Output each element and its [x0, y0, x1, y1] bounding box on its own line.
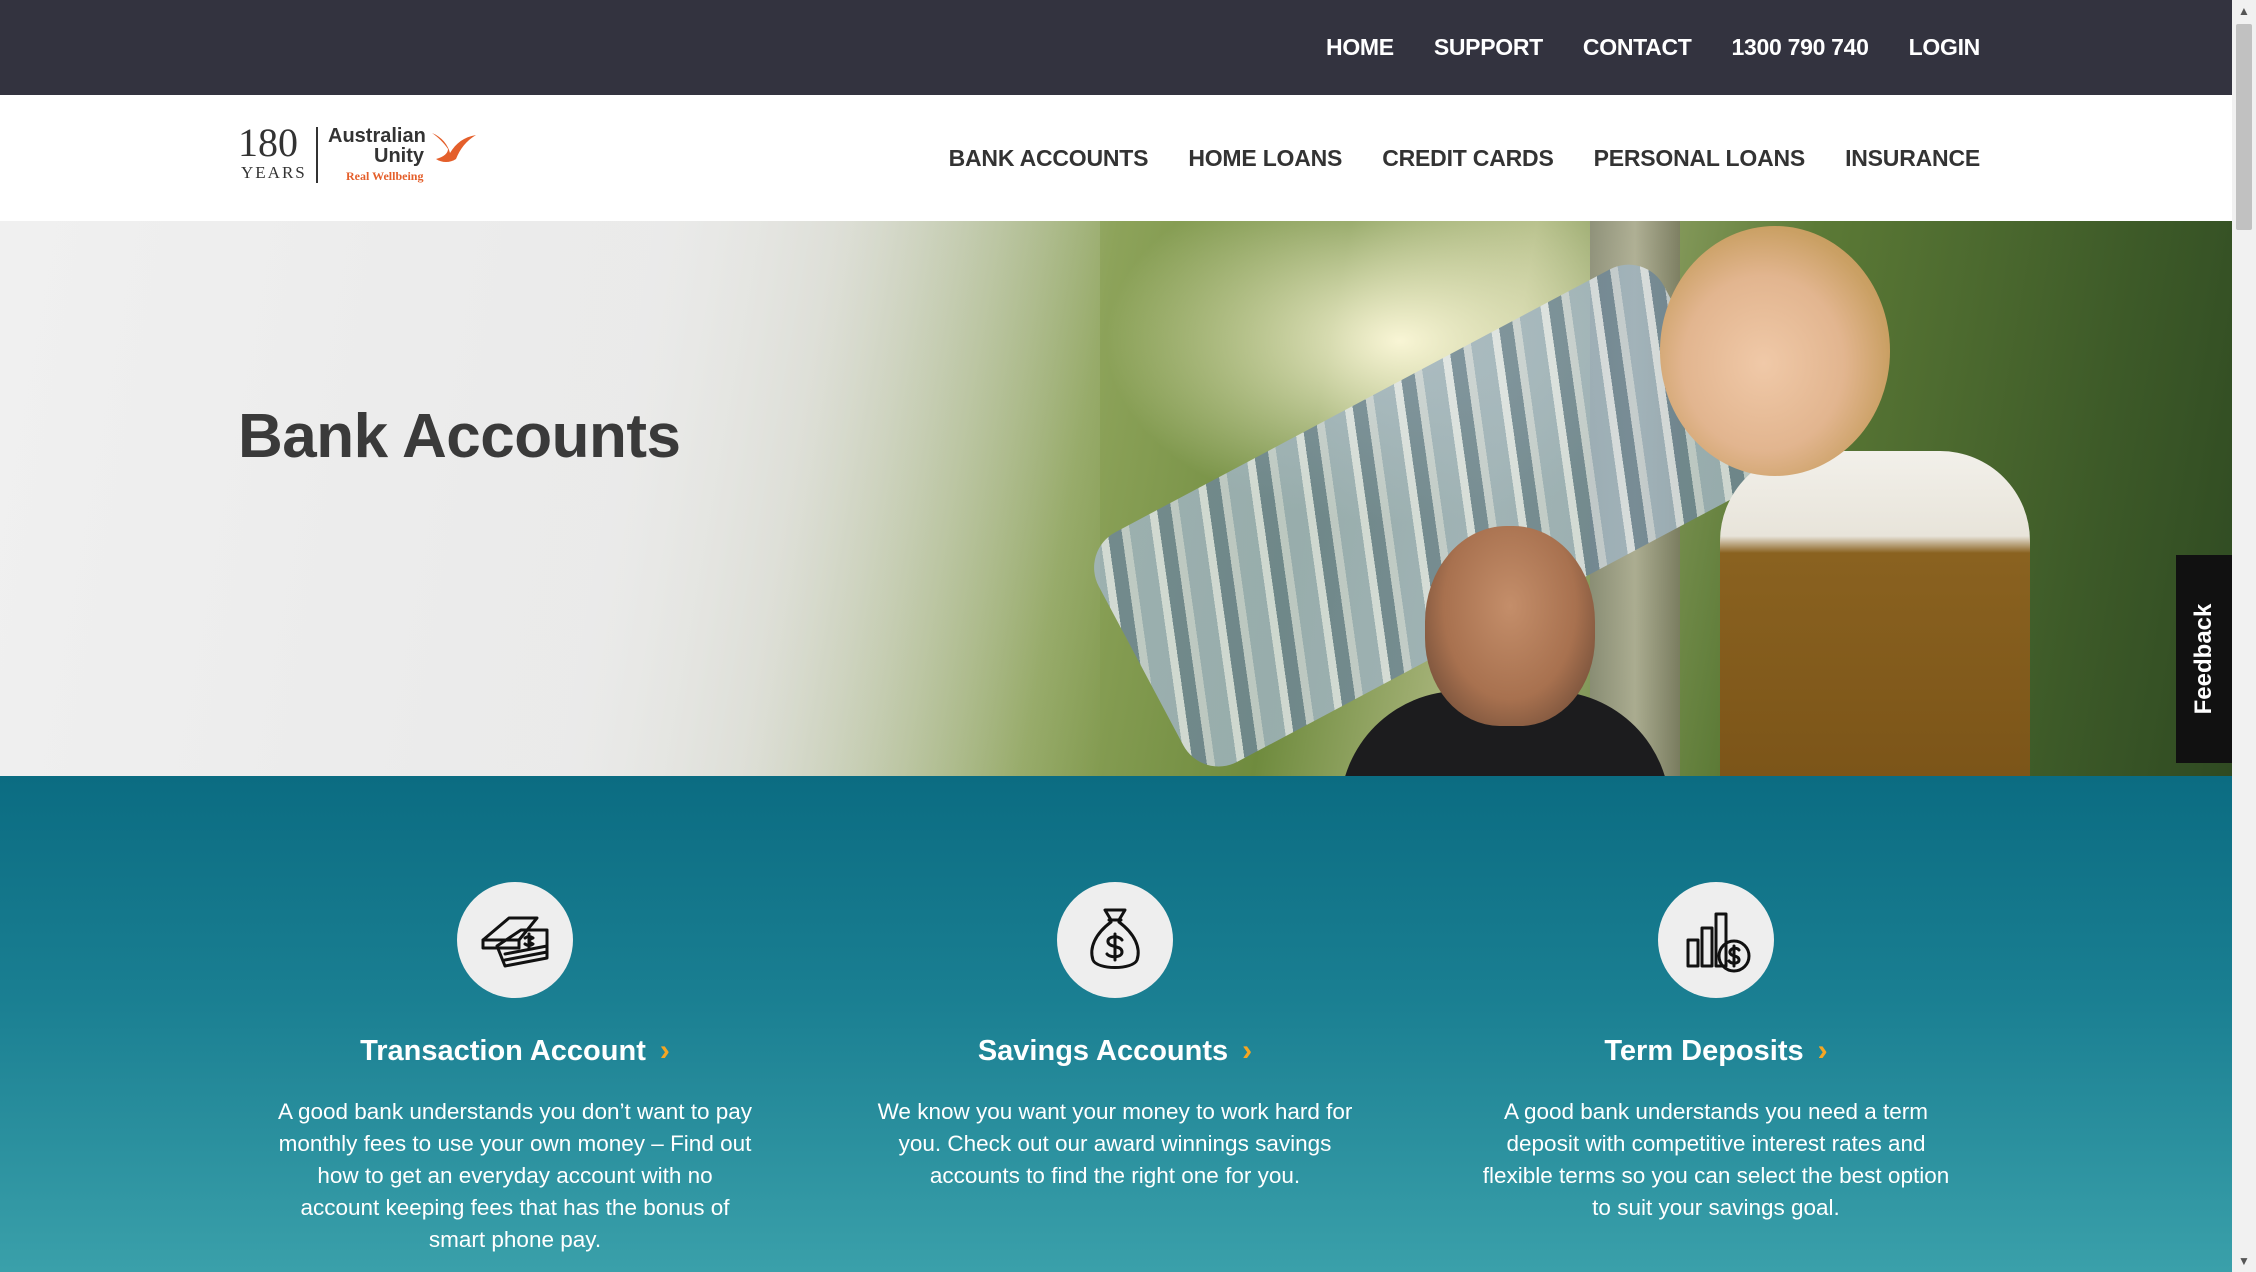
util-link-support[interactable]: SUPPORT — [1434, 34, 1543, 61]
hero-photo-girl-dress — [1720, 451, 2030, 776]
feature-icon-circle — [1658, 882, 1774, 998]
page-title: Bank Accounts — [238, 402, 681, 471]
hero-photo-man — [1425, 526, 1595, 726]
nav-insurance[interactable]: INSURANCE — [1845, 145, 1980, 172]
feature-title: Term Deposits — [1604, 1034, 1804, 1067]
money-bag-icon — [1090, 908, 1140, 969]
feature-title: Transaction Account — [360, 1034, 646, 1067]
feature-title: Savings Accounts — [977, 1034, 1229, 1067]
nav-home-loans[interactable]: HOME LOANS — [1188, 145, 1342, 172]
feature-icon-circle — [1057, 882, 1173, 998]
hero-banner: Bank Accounts — [0, 221, 2232, 776]
scroll-down-arrow-icon[interactable]: ▼ — [2232, 1250, 2256, 1272]
nav-personal-loans[interactable]: PERSONAL LOANS — [1594, 145, 1806, 172]
cash-card-icon — [481, 916, 549, 968]
feature-title-link[interactable]: Term Deposits › — [1604, 1034, 1827, 1068]
feature-icon-circle — [457, 882, 573, 998]
utility-nav: HOME SUPPORT CONTACT 1300 790 740 LOGIN — [1326, 0, 1980, 95]
feature-transaction-account: Transaction Account › A good bank unders… — [265, 882, 765, 1256]
feature-title-link[interactable]: Savings Accounts › — [978, 1034, 1252, 1068]
feedback-tab[interactable]: Feedback — [2176, 555, 2232, 763]
nav-credit-cards[interactable]: CREDIT CARDS — [1382, 145, 1554, 172]
scrollbar-thumb[interactable] — [2236, 24, 2252, 230]
logo[interactable]: 180 YEARS Australian Unity Real Wellbein… — [238, 123, 478, 195]
logo-years-number: 180 — [238, 120, 298, 165]
logo-divider — [316, 127, 318, 183]
chevron-right-icon: › — [1817, 1034, 1828, 1067]
logo-tagline: Real Wellbeing — [346, 169, 424, 183]
hero-haze-overlay — [0, 221, 1100, 776]
feature-description: A good bank understands you need a term … — [1482, 1099, 1950, 1220]
feature-term-deposits: Term Deposits › A good bank understands … — [1466, 882, 1966, 1224]
nav-bank-accounts[interactable]: BANK ACCOUNTS — [949, 145, 1149, 172]
bird-logo-icon — [432, 133, 476, 162]
feature-savings-accounts: Savings Accounts › We know you want your… — [865, 882, 1365, 1192]
logo-brand-line2: Unity — [374, 145, 424, 167]
main-header: 180 YEARS Australian Unity Real Wellbein… — [0, 95, 2232, 221]
util-link-home[interactable]: HOME — [1326, 34, 1394, 61]
main-nav: BANK ACCOUNTS HOME LOANS CREDIT CARDS PE… — [949, 95, 1981, 221]
feature-description: We know you want your money to work hard… — [877, 1099, 1353, 1188]
utility-bar: HOME SUPPORT CONTACT 1300 790 740 LOGIN — [0, 0, 2232, 95]
page-scrollbar[interactable]: ▲ ▼ — [2232, 0, 2256, 1272]
chevron-right-icon: › — [1242, 1034, 1253, 1067]
scroll-up-arrow-icon[interactable]: ▲ — [2232, 0, 2256, 22]
chevron-right-icon: › — [659, 1034, 670, 1067]
account-types-section: Transaction Account › A good bank unders… — [0, 776, 2232, 1272]
feature-description: A good bank understands you don’t want t… — [277, 1099, 753, 1252]
logo-years-word: YEARS — [241, 163, 307, 182]
feedback-label: Feedback — [2190, 603, 2217, 715]
util-link-contact[interactable]: CONTACT — [1583, 34, 1692, 61]
feature-title-link[interactable]: Transaction Account › — [360, 1034, 670, 1068]
bar-chart-dollar-icon — [1686, 912, 1751, 973]
util-link-phone[interactable]: 1300 790 740 — [1732, 34, 1869, 61]
hero-photo-girl — [1660, 226, 1890, 476]
util-link-login[interactable]: LOGIN — [1909, 34, 1981, 61]
